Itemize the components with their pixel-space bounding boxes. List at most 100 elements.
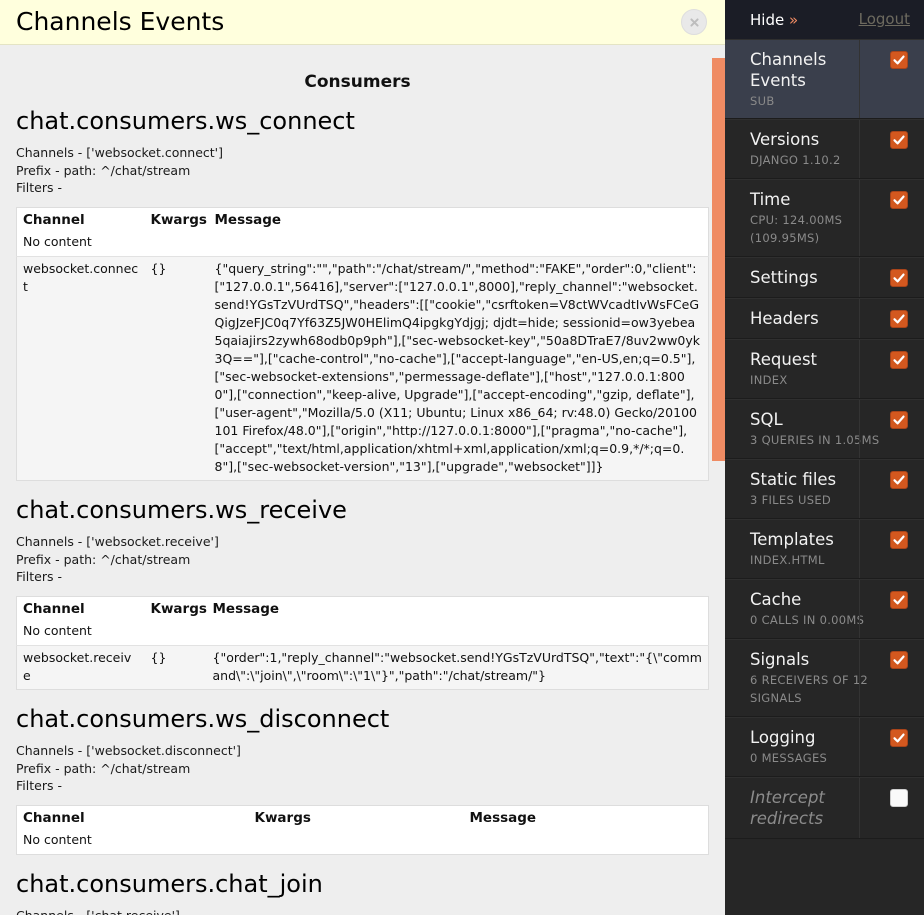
no-content-label: No content — [16, 229, 709, 257]
toolbar-panel-request[interactable]: Request index — [725, 339, 924, 399]
vertical-scrollbar[interactable] — [712, 58, 725, 461]
toolbar-panel-signals[interactable]: Signals 6 receivers of 12 signals — [725, 639, 924, 717]
panel-subtitle: index — [750, 373, 788, 387]
panel-subtitle: 0 messages — [750, 751, 828, 765]
hide-toolbar-button[interactable]: Hide » — [750, 11, 798, 29]
panel-divider — [859, 120, 860, 178]
close-icon[interactable] — [681, 9, 707, 35]
consumer-channels: Channels - ['websocket.receive'] — [16, 534, 219, 550]
panel-enable-checkbox[interactable] — [890, 131, 908, 149]
consumer-filters: Filters - — [16, 180, 62, 196]
toolbar-panel-logging[interactable]: Logging 0 messages — [725, 717, 924, 777]
toolbar-panel-settings[interactable]: Settings — [725, 257, 924, 298]
column-header: Kwargs — [248, 805, 464, 828]
hide-label: Hide — [750, 10, 785, 29]
cell-channel: websocket.receive — [16, 644, 145, 690]
django-debug-toolbar: Hide » Logout Channels Events SUB Versions… — [712, 0, 924, 915]
toolbar-panel-cache[interactable]: Cache 0 calls in 0.00ms — [725, 579, 924, 639]
table-header-row: Channel Kwargs Message — [16, 207, 709, 230]
table-row: No content — [16, 618, 709, 646]
panel-enable-checkbox[interactable] — [890, 651, 908, 669]
toolbar-panel-sql[interactable]: SQL 3 queries in 1.05ms — [725, 399, 924, 459]
consumer-prefix: Prefix - path: ^/chat/stream — [16, 760, 191, 776]
consumer-filters: Filters - — [16, 569, 62, 585]
panel-divider — [859, 340, 860, 398]
toolbar-header: Hide » Logout — [725, 0, 924, 39]
panel-enable-checkbox[interactable] — [890, 591, 908, 609]
column-header: Kwargs — [144, 207, 209, 230]
column-header: Message — [206, 596, 709, 619]
panel-enable-checkbox[interactable] — [890, 729, 908, 747]
panel-enable-checkbox[interactable] — [890, 51, 908, 69]
no-content-label: No content — [16, 827, 709, 855]
column-header: Kwargs — [144, 596, 207, 619]
panel-subtitle: 3 files used — [750, 493, 832, 507]
panel-enable-checkbox[interactable] — [890, 269, 908, 287]
events-table: Channel Kwargs Message No content websocket.… — [16, 595, 709, 690]
consumer-block: chat.consumers.ws_receive Channels - ['we… — [0, 495, 725, 690]
panel-divider — [859, 580, 860, 638]
panel-divider — [859, 460, 860, 518]
panel-titlebar: Channels Events — [0, 0, 725, 45]
consumer-name: chat.consumers.chat_join — [16, 869, 323, 898]
panel-divider — [859, 400, 860, 458]
panel-enable-checkbox[interactable] — [890, 351, 908, 369]
table-row: No content — [16, 229, 709, 257]
column-header: Channel — [16, 596, 145, 619]
consumer-name: chat.consumers.ws_receive — [16, 495, 347, 524]
panel-enable-checkbox[interactable] — [890, 310, 908, 328]
panel-divider — [859, 299, 860, 338]
panel-enable-checkbox[interactable] — [890, 471, 908, 489]
consumer-channels: Channels - ['websocket.connect'] — [16, 145, 223, 161]
cell-message: {"query_string":"","path":"/chat/stream/… — [208, 255, 709, 481]
events-table: Channel Kwargs Message No content — [16, 804, 709, 855]
panel-enable-checkbox[interactable] — [890, 789, 908, 807]
consumer-prefix: Prefix - path: ^/chat/stream — [16, 551, 191, 567]
consumer-channels: Channels - ['websocket.disconnect'] — [16, 743, 241, 759]
consumer-meta: Channels - ['websocket.disconnect'] Prefi… — [16, 742, 709, 795]
consumer-block: chat.consumers.ws_connect Channels - ['we… — [0, 108, 725, 481]
toolbar-panel-list: Channels Events SUB Versions Django 1.10.2 T… — [712, 39, 924, 839]
cell-message: {"order":1,"reply_channel":"websocket.se… — [206, 644, 709, 690]
toolbar-panel-headers[interactable]: Headers — [725, 298, 924, 339]
toolbar-panel-intercept-redirects[interactable]: Intercept redirects — [725, 777, 924, 839]
toolbar-panel-static-files[interactable]: Static files 3 files used — [725, 459, 924, 519]
panel-divider — [859, 40, 860, 118]
toolbar-panel-channels-events[interactable]: Channels Events SUB — [712, 39, 924, 119]
panel-enable-checkbox[interactable] — [890, 191, 908, 209]
panel-subtitle: CPU: 124.00ms (109.95ms) — [750, 213, 843, 245]
section-heading: Consumers — [304, 72, 411, 92]
panel-divider — [859, 640, 860, 716]
consumer-block: chat.consumers.ws_disconnect Channels - [… — [0, 704, 725, 855]
consumer-filters: Filters - — [16, 778, 62, 794]
panel-subtitle: 6 receivers of 12 signals — [750, 673, 869, 705]
panel-divider — [859, 718, 860, 776]
table-row: No content — [16, 827, 709, 855]
column-header: Channel — [16, 207, 145, 230]
panel-divider — [859, 778, 860, 838]
panel-body[interactable]: Consumers chat.consumers.ws_connect Chann… — [0, 46, 725, 915]
panel-enable-checkbox[interactable] — [890, 411, 908, 429]
consumer-block: chat.consumers.chat_join Channels - ['cha… — [0, 869, 725, 915]
consumer-name: chat.consumers.ws_disconnect — [16, 704, 390, 733]
panel-subtitle: index.html — [750, 553, 825, 567]
channels-events-panel: Channels Events Consumers chat.consumers… — [0, 0, 725, 915]
panel-subtitle: Django 1.10.2 — [750, 153, 841, 167]
logout-link[interactable]: Logout — [859, 10, 910, 28]
panel-subtitle: 3 queries in 1.05ms — [750, 433, 880, 447]
panel-divider — [859, 258, 860, 297]
toolbar-panel-templates[interactable]: Templates index.html — [725, 519, 924, 579]
panel-divider — [859, 180, 860, 256]
table-row: websocket.connect{} {"query_string":"","p… — [16, 255, 709, 481]
table-header-row: Channel Kwargs Message — [16, 596, 709, 619]
no-content-label: No content — [16, 618, 709, 646]
events-table: Channel Kwargs Message No content websocket.… — [16, 206, 709, 481]
cell-kwargs: {} — [144, 255, 209, 481]
consumer-meta: Channels - ['websocket.connect'] Prefix -… — [16, 144, 709, 197]
panel-enable-checkbox[interactable] — [890, 531, 908, 549]
toolbar-panel-time[interactable]: Time CPU: 124.00ms (109.95ms) — [725, 179, 924, 257]
consumer-channels: Channels - ['chat.receive'] — [16, 907, 709, 915]
chevron-right-double-icon: » — [788, 10, 799, 29]
toolbar-panel-versions[interactable]: Versions Django 1.10.2 — [725, 119, 924, 179]
column-header: Message — [208, 207, 709, 230]
